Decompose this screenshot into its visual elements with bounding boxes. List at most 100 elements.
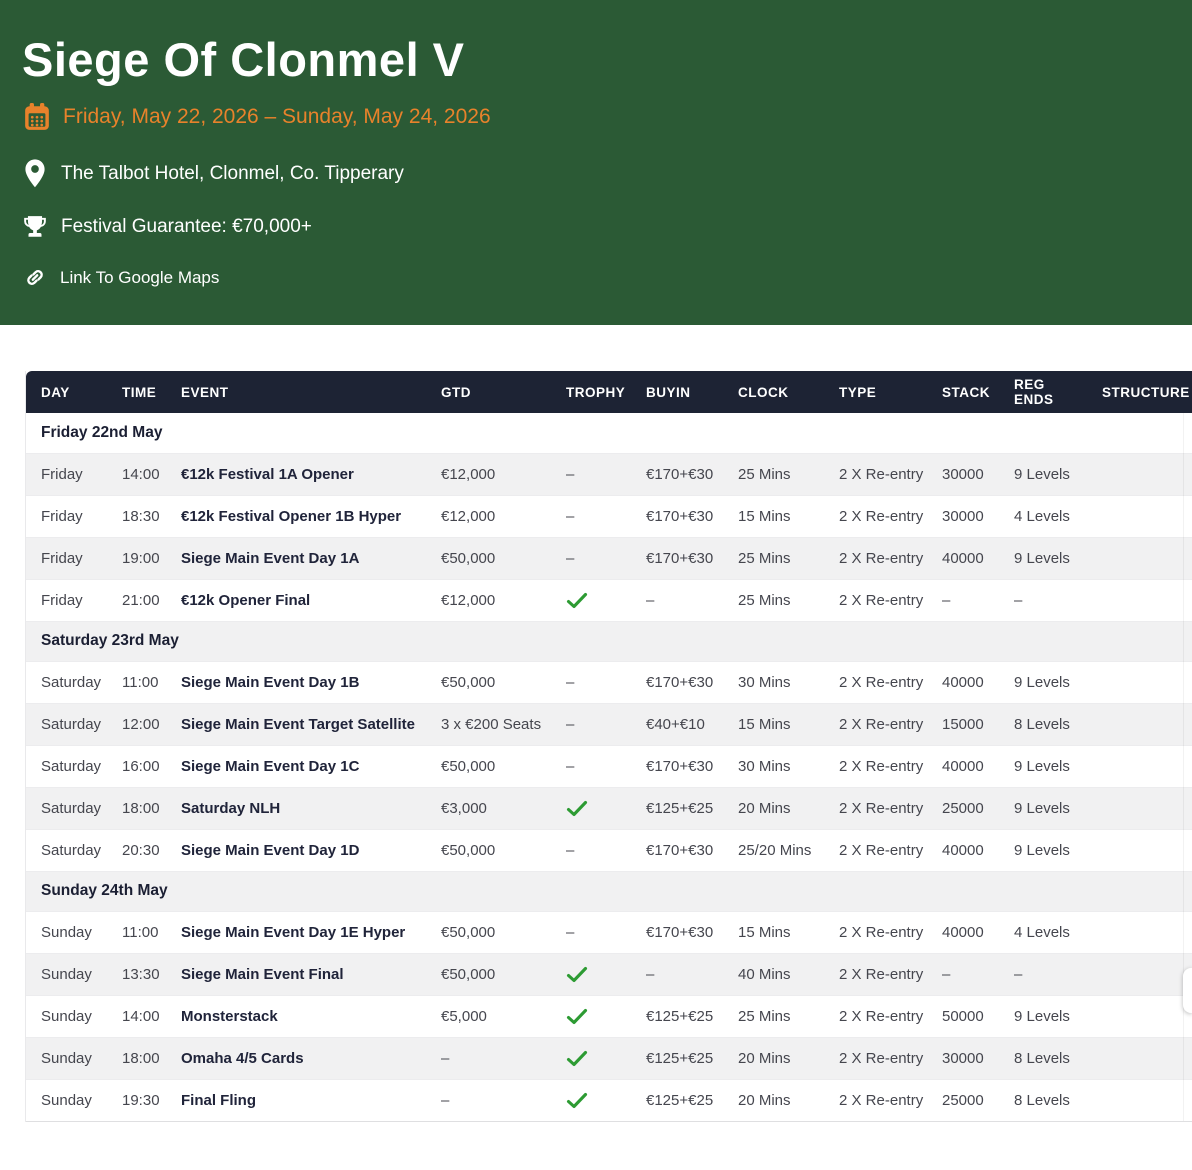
cell-time: 12:00 — [107, 703, 166, 745]
cell-reg-ends: – — [999, 953, 1087, 995]
cell-event: Omaha 4/5 Cards — [166, 1037, 426, 1079]
schedule-body: Friday 22nd MayFriday14:00€12k Festival … — [26, 413, 1192, 1121]
event-row: Saturday12:00Siege Main Event Target Sat… — [26, 703, 1192, 745]
cell-gtd: €50,000 — [426, 745, 551, 787]
date-range-text: Friday, May 22, 2026 – Sunday, May 24, 2… — [63, 105, 491, 129]
cell-type: 2 X Re-entry — [824, 745, 927, 787]
location-pin-icon — [25, 159, 45, 188]
trophy-check-icon — [566, 1008, 588, 1025]
cell-event: €12k Festival Opener 1B Hyper — [166, 495, 426, 537]
page-title: Siege Of Clonmel V — [22, 32, 465, 87]
guarantee-text: Festival Guarantee: €70,000+ — [61, 216, 312, 238]
cell-buyin: – — [631, 953, 723, 995]
cell-clock: 30 Mins — [723, 661, 824, 703]
cell-gtd: €50,000 — [426, 829, 551, 871]
cell-trophy — [551, 953, 631, 995]
cell-reg-ends: 4 Levels — [999, 911, 1087, 953]
cell-trophy — [551, 1079, 631, 1121]
cell-trophy — [551, 995, 631, 1037]
cell-clock: 20 Mins — [723, 1079, 824, 1121]
day-section-label: Friday 22nd May — [26, 413, 1192, 453]
venue-row: The Talbot Hotel, Clonmel, Co. Tipperary — [25, 159, 404, 188]
cell-gtd: 3 x €200 Seats — [426, 703, 551, 745]
column-header-time: TIME — [107, 371, 166, 413]
cell-reg-ends: 9 Levels — [999, 537, 1087, 579]
cell-reg-ends: 9 Levels — [999, 787, 1087, 829]
cell-type: 2 X Re-entry — [824, 537, 927, 579]
link-icon — [24, 266, 46, 289]
day-section-row: Friday 22nd May — [26, 413, 1192, 453]
cell-time: 13:30 — [107, 953, 166, 995]
cell-time: 19:30 — [107, 1079, 166, 1121]
cell-reg-ends: 9 Levels — [999, 995, 1087, 1037]
cell-gtd: €50,000 — [426, 537, 551, 579]
cell-structure — [1087, 1079, 1192, 1121]
cell-event: Siege Main Event Final — [166, 953, 426, 995]
cell-stack: 25000 — [927, 1079, 999, 1121]
cell-stack: – — [927, 953, 999, 995]
cell-gtd: €50,000 — [426, 661, 551, 703]
event-row: Saturday11:00Siege Main Event Day 1B€50,… — [26, 661, 1192, 703]
column-header-clock: CLOCK — [723, 371, 824, 413]
cell-stack: 25000 — [927, 787, 999, 829]
cell-gtd: €5,000 — [426, 995, 551, 1037]
cell-type: 2 X Re-entry — [824, 703, 927, 745]
cell-buyin: €125+€25 — [631, 1037, 723, 1079]
google-maps-link[interactable]: Link To Google Maps — [24, 266, 219, 289]
cell-gtd: – — [426, 1079, 551, 1121]
cell-reg-ends: 9 Levels — [999, 829, 1087, 871]
cell-event: Siege Main Event Day 1C — [166, 745, 426, 787]
cell-structure — [1087, 829, 1192, 871]
cell-stack: 30000 — [927, 453, 999, 495]
day-section-row: Sunday 24th May — [26, 871, 1192, 911]
cell-reg-ends: 8 Levels — [999, 703, 1087, 745]
cell-gtd: €50,000 — [426, 953, 551, 995]
cell-structure — [1087, 1037, 1192, 1079]
cell-clock: 25 Mins — [723, 995, 824, 1037]
cell-type: 2 X Re-entry — [824, 1079, 927, 1121]
column-header-type: TYPE — [824, 371, 927, 413]
cell-time: 14:00 — [107, 995, 166, 1037]
scrollbar-thumb[interactable] — [1183, 968, 1192, 1013]
cell-buyin: €125+€25 — [631, 787, 723, 829]
cell-day: Friday — [26, 453, 107, 495]
cell-time: 14:00 — [107, 453, 166, 495]
cell-type: 2 X Re-entry — [824, 495, 927, 537]
cell-reg-ends: 9 Levels — [999, 453, 1087, 495]
cell-event: Siege Main Event Day 1E Hyper — [166, 911, 426, 953]
cell-buyin: €170+€30 — [631, 745, 723, 787]
calendar-icon — [24, 103, 50, 131]
cell-day: Saturday — [26, 745, 107, 787]
cell-buyin: €170+€30 — [631, 829, 723, 871]
event-row: Sunday13:30Siege Main Event Final€50,000… — [26, 953, 1192, 995]
cell-reg-ends: 8 Levels — [999, 1079, 1087, 1121]
cell-buyin: €170+€30 — [631, 661, 723, 703]
cell-structure — [1087, 453, 1192, 495]
cell-day: Friday — [26, 537, 107, 579]
cell-time: 11:00 — [107, 911, 166, 953]
cell-stack: 50000 — [927, 995, 999, 1037]
column-header-stack: STACK — [927, 371, 999, 413]
column-header-event: EVENT — [166, 371, 426, 413]
cell-stack: 40000 — [927, 911, 999, 953]
cell-structure — [1087, 703, 1192, 745]
cell-clock: 25 Mins — [723, 453, 824, 495]
cell-event: Siege Main Event Day 1B — [166, 661, 426, 703]
cell-day: Saturday — [26, 703, 107, 745]
event-row: Friday14:00€12k Festival 1A Opener€12,00… — [26, 453, 1192, 495]
cell-buyin: €170+€30 — [631, 911, 723, 953]
event-row: Saturday16:00Siege Main Event Day 1C€50,… — [26, 745, 1192, 787]
cell-clock: 25 Mins — [723, 579, 824, 621]
cell-reg-ends: 9 Levels — [999, 661, 1087, 703]
cell-buyin: €170+€30 — [631, 537, 723, 579]
cell-clock: 40 Mins — [723, 953, 824, 995]
cell-buyin: €125+€25 — [631, 1079, 723, 1121]
guarantee-row: Festival Guarantee: €70,000+ — [22, 214, 312, 240]
cell-event: Siege Main Event Day 1D — [166, 829, 426, 871]
cell-time: 18:30 — [107, 495, 166, 537]
cell-type: 2 X Re-entry — [824, 579, 927, 621]
cell-type: 2 X Re-entry — [824, 953, 927, 995]
cell-clock: 20 Mins — [723, 787, 824, 829]
cell-type: 2 X Re-entry — [824, 661, 927, 703]
cell-structure — [1087, 661, 1192, 703]
